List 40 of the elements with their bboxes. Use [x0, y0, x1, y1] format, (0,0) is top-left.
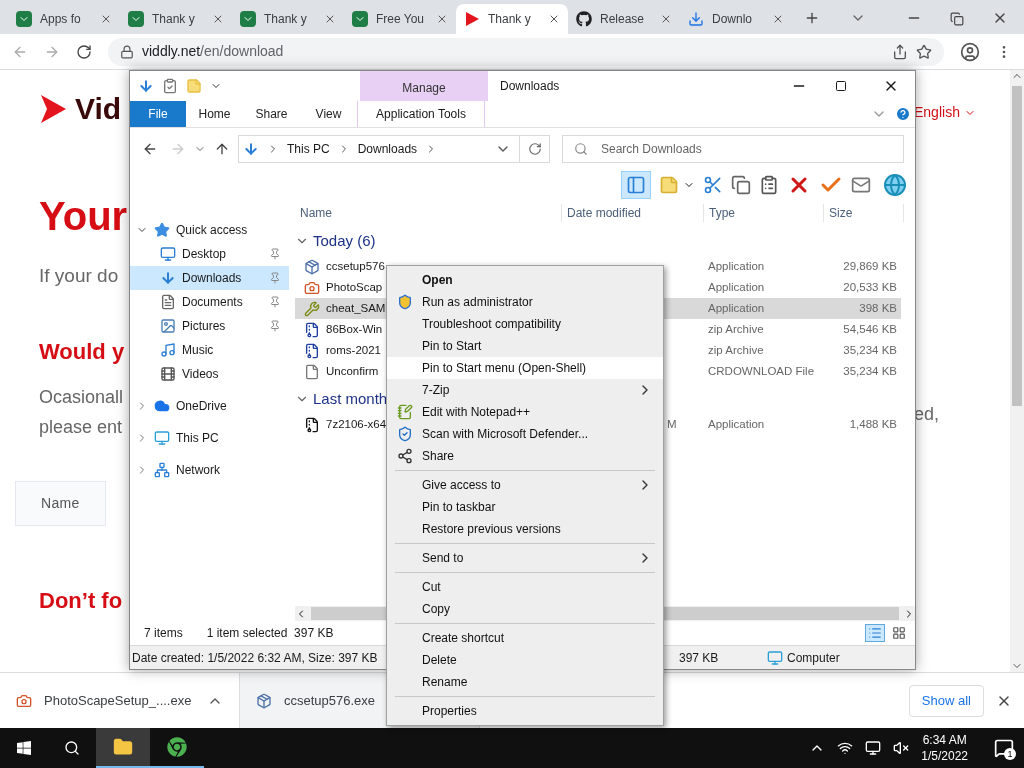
url-host: viddly.net [142, 42, 201, 61]
file-name: 7z2106-x64 [326, 416, 387, 432]
clock-date: 1/5/2022 [921, 748, 968, 764]
item-count: 7 items [144, 625, 183, 642]
selection-status: 1 item selected 397 KB [206, 625, 334, 642]
details-size: 397 KB [679, 649, 720, 667]
file-type: zip Archive [708, 322, 764, 335]
file-size: 1,488 KB [849, 417, 897, 430]
file-date: M [667, 417, 677, 430]
file-size: 54,546 KB [843, 322, 897, 335]
details-location: Computer [787, 649, 840, 667]
details-text: Date created: 1/5/2022 6:32 AM, Size: 397 KB [132, 649, 378, 667]
file-type: Application [708, 301, 765, 314]
section-heading: Don’t fo [39, 590, 124, 612]
file-size: 398 KB [859, 301, 897, 314]
file-size: 29,869 KB [843, 259, 897, 272]
intro-text: If your do [39, 266, 120, 285]
file-size: 35,234 KB [843, 364, 897, 377]
file-name: PhotoScap [326, 279, 383, 295]
paragraph-line: please ent [39, 417, 124, 437]
url-path: /en/download [200, 42, 284, 61]
notification-count: 1 [1004, 748, 1016, 760]
file-type: Application [708, 417, 765, 430]
file-type: Application [708, 259, 765, 272]
file-size: 20,533 KB [843, 280, 897, 293]
file-type: zip Archive [708, 343, 764, 356]
file-name: roms-2021 [326, 342, 381, 358]
file-name: 86Box-Win [326, 321, 383, 337]
file-size: 35,234 KB [843, 343, 897, 356]
file-type: Application [708, 280, 765, 293]
clock-time: 6:34 AM [922, 732, 967, 748]
window-title: Downloads [500, 78, 560, 95]
section-heading: Would y [39, 341, 126, 363]
page-heading: Your [39, 196, 129, 236]
file-name: Unconfirm [326, 363, 379, 379]
file-name: cheat_SAM [326, 300, 386, 316]
site-logo: Vid [75, 94, 122, 124]
paragraph-line: Ocasionall [39, 387, 125, 407]
file-name: ccsetup576 [326, 258, 385, 274]
file-type: CRDOWNLOAD File [708, 364, 815, 377]
